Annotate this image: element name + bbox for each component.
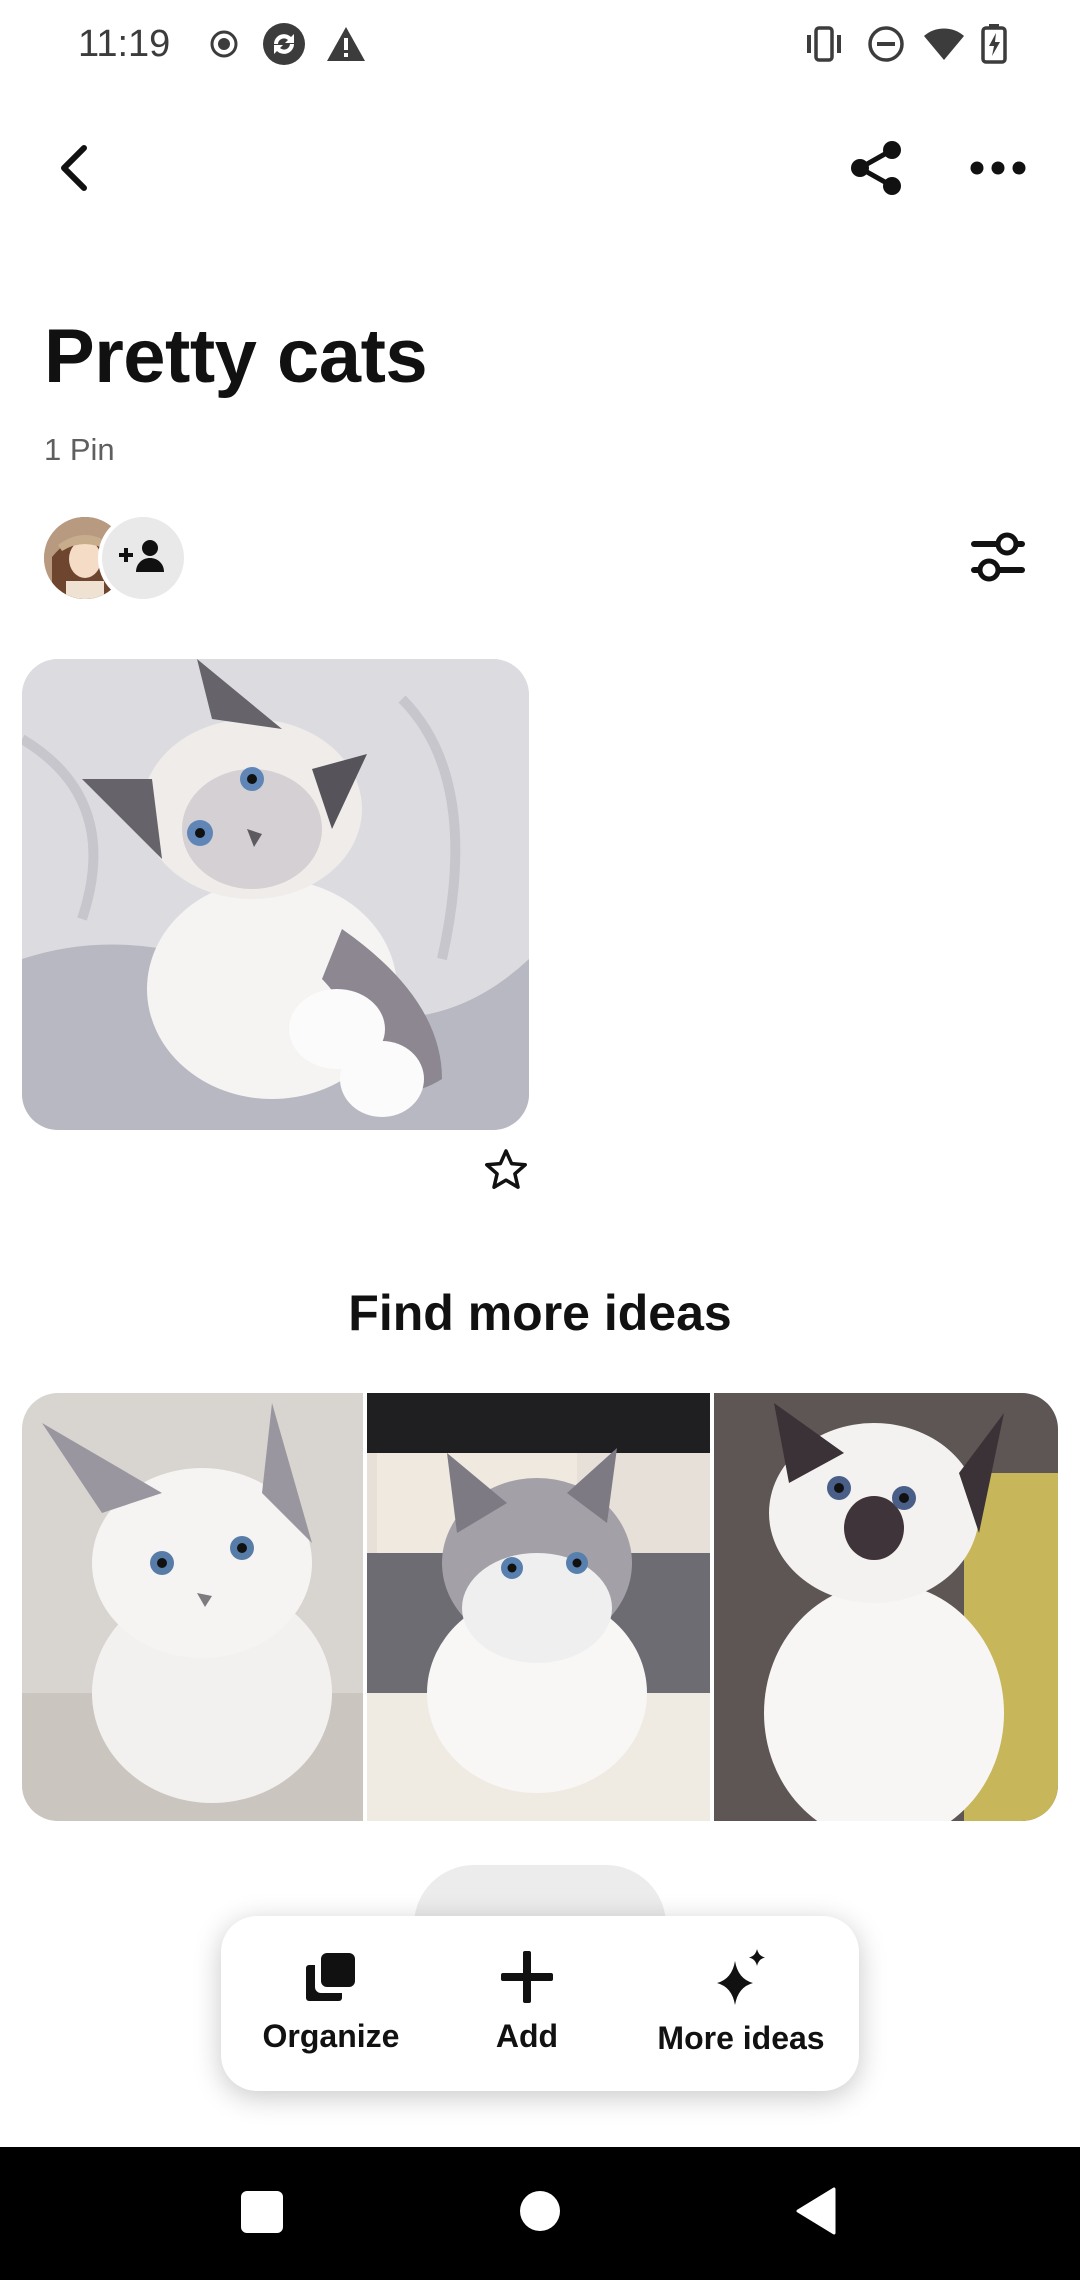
recents-square-icon[interactable] <box>241 2191 283 2233</box>
find-more-ideas-title: Find more ideas <box>348 1285 732 1341</box>
share-button[interactable] <box>828 122 924 218</box>
vibrate-icon <box>802 20 846 68</box>
pin-image[interactable] <box>22 659 529 1130</box>
board-filter-button[interactable] <box>950 511 1046 607</box>
sliders-icon <box>969 531 1027 588</box>
more-options-icon <box>970 161 1026 180</box>
more-ideas-label: More ideas <box>657 2020 825 2056</box>
more-options-button[interactable] <box>950 122 1046 218</box>
board-action-bar: Organize Add More ideas <box>221 1916 859 2091</box>
pin-count: 1 Pin <box>44 432 115 467</box>
board-title: Pretty cats <box>44 314 428 399</box>
sparkle-icon <box>713 1949 769 2010</box>
warning-icon <box>324 20 368 68</box>
sync-icon <box>262 20 306 68</box>
back-button[interactable] <box>26 122 122 218</box>
add-person-icon <box>119 538 167 579</box>
organize-icon <box>305 1951 357 2008</box>
wifi-icon <box>922 20 966 68</box>
star-outline-icon <box>484 1148 528 1197</box>
system-nav-bar <box>0 2147 1080 2280</box>
more-ideas-button[interactable]: More ideas <box>641 1916 841 2091</box>
back-triangle-icon[interactable] <box>796 2187 836 2240</box>
add-collaborator-button[interactable] <box>98 513 188 603</box>
add-label: Add <box>495 2018 559 2054</box>
organize-button[interactable]: Organize <box>251 1916 411 2091</box>
add-button[interactable]: Add <box>457 1916 597 2091</box>
record-icon <box>202 20 246 68</box>
idea-image-2[interactable] <box>367 1393 710 1821</box>
battery-charging-icon <box>972 20 1016 68</box>
plus-icon <box>501 1951 553 2008</box>
home-circle-icon[interactable] <box>520 2191 560 2231</box>
favorite-button[interactable] <box>476 1142 536 1202</box>
organize-label: Organize <box>262 2018 400 2054</box>
idea-image-3[interactable] <box>714 1393 1058 1821</box>
back-arrow-icon <box>54 144 94 197</box>
do-not-disturb-icon <box>864 20 908 68</box>
share-icon <box>848 140 904 201</box>
idea-image-1[interactable] <box>22 1393 363 1821</box>
status-time: 11:19 <box>78 23 171 65</box>
